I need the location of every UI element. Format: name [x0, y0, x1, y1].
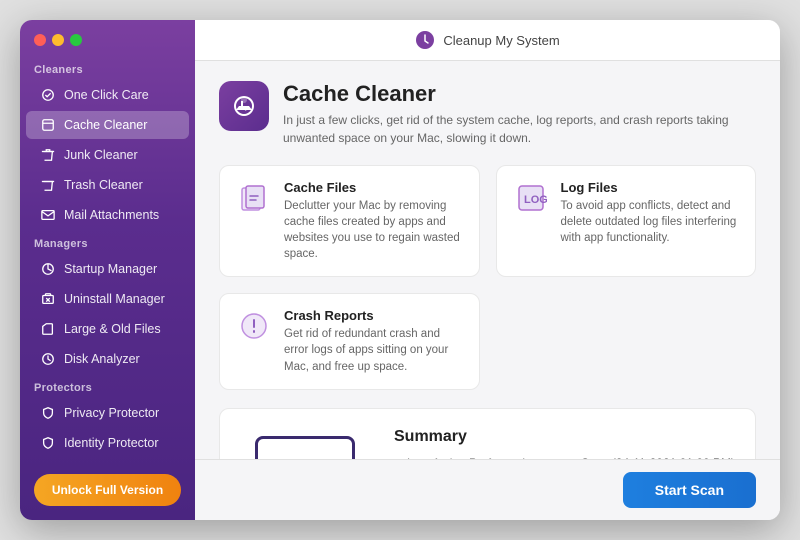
cache-cleaner-page-icon — [219, 81, 269, 131]
log-files-text: Log Files To avoid app conflicts, detect… — [561, 180, 740, 246]
sidebar-bottom: Unlock Full Version — [20, 460, 195, 520]
crash-reports-text: Crash Reports Get rid of redundant crash… — [284, 308, 463, 374]
cache-files-card: Cache Files Declutter your Mac by removi… — [219, 165, 480, 277]
large-old-files-icon — [40, 321, 56, 337]
unlock-full-version-button[interactable]: Unlock Full Version — [34, 474, 181, 506]
sidebar-item-one-click-care[interactable]: One Click Care — [26, 81, 189, 109]
sidebar-item-startup-manager[interactable]: Startup Manager — [26, 255, 189, 283]
log-files-icon: LOG — [513, 180, 549, 216]
trash-cleaner-icon — [40, 177, 56, 193]
main-area: Cleanup My System Cache Cleaner In just … — [195, 20, 780, 520]
crash-reports-card: Crash Reports Get rid of redundant crash… — [219, 293, 480, 389]
page-header-text: Cache Cleaner In just a few clicks, get … — [283, 81, 756, 147]
app-header: Cleanup My System — [195, 20, 780, 61]
managers-section-label: Managers — [20, 230, 195, 254]
sidebar-item-trash-cleaner[interactable]: Trash Cleaner — [26, 171, 189, 199]
summary-display: 790.88 MB Found In Total — [240, 425, 370, 459]
one-click-care-icon — [40, 87, 56, 103]
sidebar-item-mail-attachments[interactable]: Mail Attachments — [26, 201, 189, 229]
page-header: Cache Cleaner In just a few clicks, get … — [219, 81, 756, 147]
main-footer: Start Scan — [195, 459, 780, 520]
sidebar-item-junk-cleaner[interactable]: Junk Cleaner — [26, 141, 189, 169]
crash-reports-icon — [236, 308, 272, 344]
sidebar: Cleaners One Click Care Cache Cleaner — [20, 20, 195, 520]
disk-analyzer-icon — [40, 351, 56, 367]
sidebar-item-large-old-files[interactable]: Large & Old Files — [26, 315, 189, 343]
maximize-button[interactable] — [70, 34, 82, 46]
identity-protector-icon — [40, 435, 56, 451]
app-logo-icon — [415, 30, 435, 50]
traffic-lights — [20, 20, 195, 56]
features-grid: Cache Files Declutter your Mac by removi… — [219, 165, 756, 390]
uninstall-manager-icon — [40, 291, 56, 307]
cache-files-icon — [236, 180, 272, 216]
mail-attachments-icon — [40, 207, 56, 223]
monitor-graphic: 790.88 MB Found In Total — [255, 436, 355, 459]
page-description: In just a few clicks, get rid of the sys… — [283, 111, 756, 147]
sidebar-item-uninstall-manager[interactable]: Uninstall Manager — [26, 285, 189, 313]
summary-card: 790.88 MB Found In Total Summary Last Ac… — [219, 408, 756, 459]
cleaners-section-label: Cleaners — [20, 56, 195, 80]
cache-files-text: Cache Files Declutter your Mac by removi… — [284, 180, 463, 262]
log-files-card: LOG Log Files To avoid app conflicts, de… — [496, 165, 757, 277]
start-scan-button[interactable]: Start Scan — [623, 472, 756, 508]
page-title: Cache Cleaner — [283, 81, 756, 107]
startup-manager-icon — [40, 261, 56, 277]
cache-cleaner-icon — [40, 117, 56, 133]
main-window: Cleaners One Click Care Cache Cleaner — [20, 20, 780, 520]
minimize-button[interactable] — [52, 34, 64, 46]
close-button[interactable] — [34, 34, 46, 46]
sidebar-item-disk-analyzer[interactable]: Disk Analyzer — [26, 345, 189, 373]
protectors-section-label: Protectors — [20, 374, 195, 398]
app-title: Cleanup My System — [443, 33, 559, 48]
sidebar-item-privacy-protector[interactable]: Privacy Protector — [26, 399, 189, 427]
sidebar-item-cache-cleaner[interactable]: Cache Cleaner — [26, 111, 189, 139]
privacy-protector-icon — [40, 405, 56, 421]
sidebar-item-identity-protector[interactable]: Identity Protector — [26, 429, 189, 457]
summary-title: Summary — [394, 428, 735, 446]
main-content: Cache Cleaner In just a few clicks, get … — [195, 61, 780, 459]
svg-text:LOG: LOG — [524, 194, 547, 206]
junk-cleaner-icon — [40, 147, 56, 163]
summary-details: Summary Last Action Performed – Scan (24… — [394, 428, 735, 459]
